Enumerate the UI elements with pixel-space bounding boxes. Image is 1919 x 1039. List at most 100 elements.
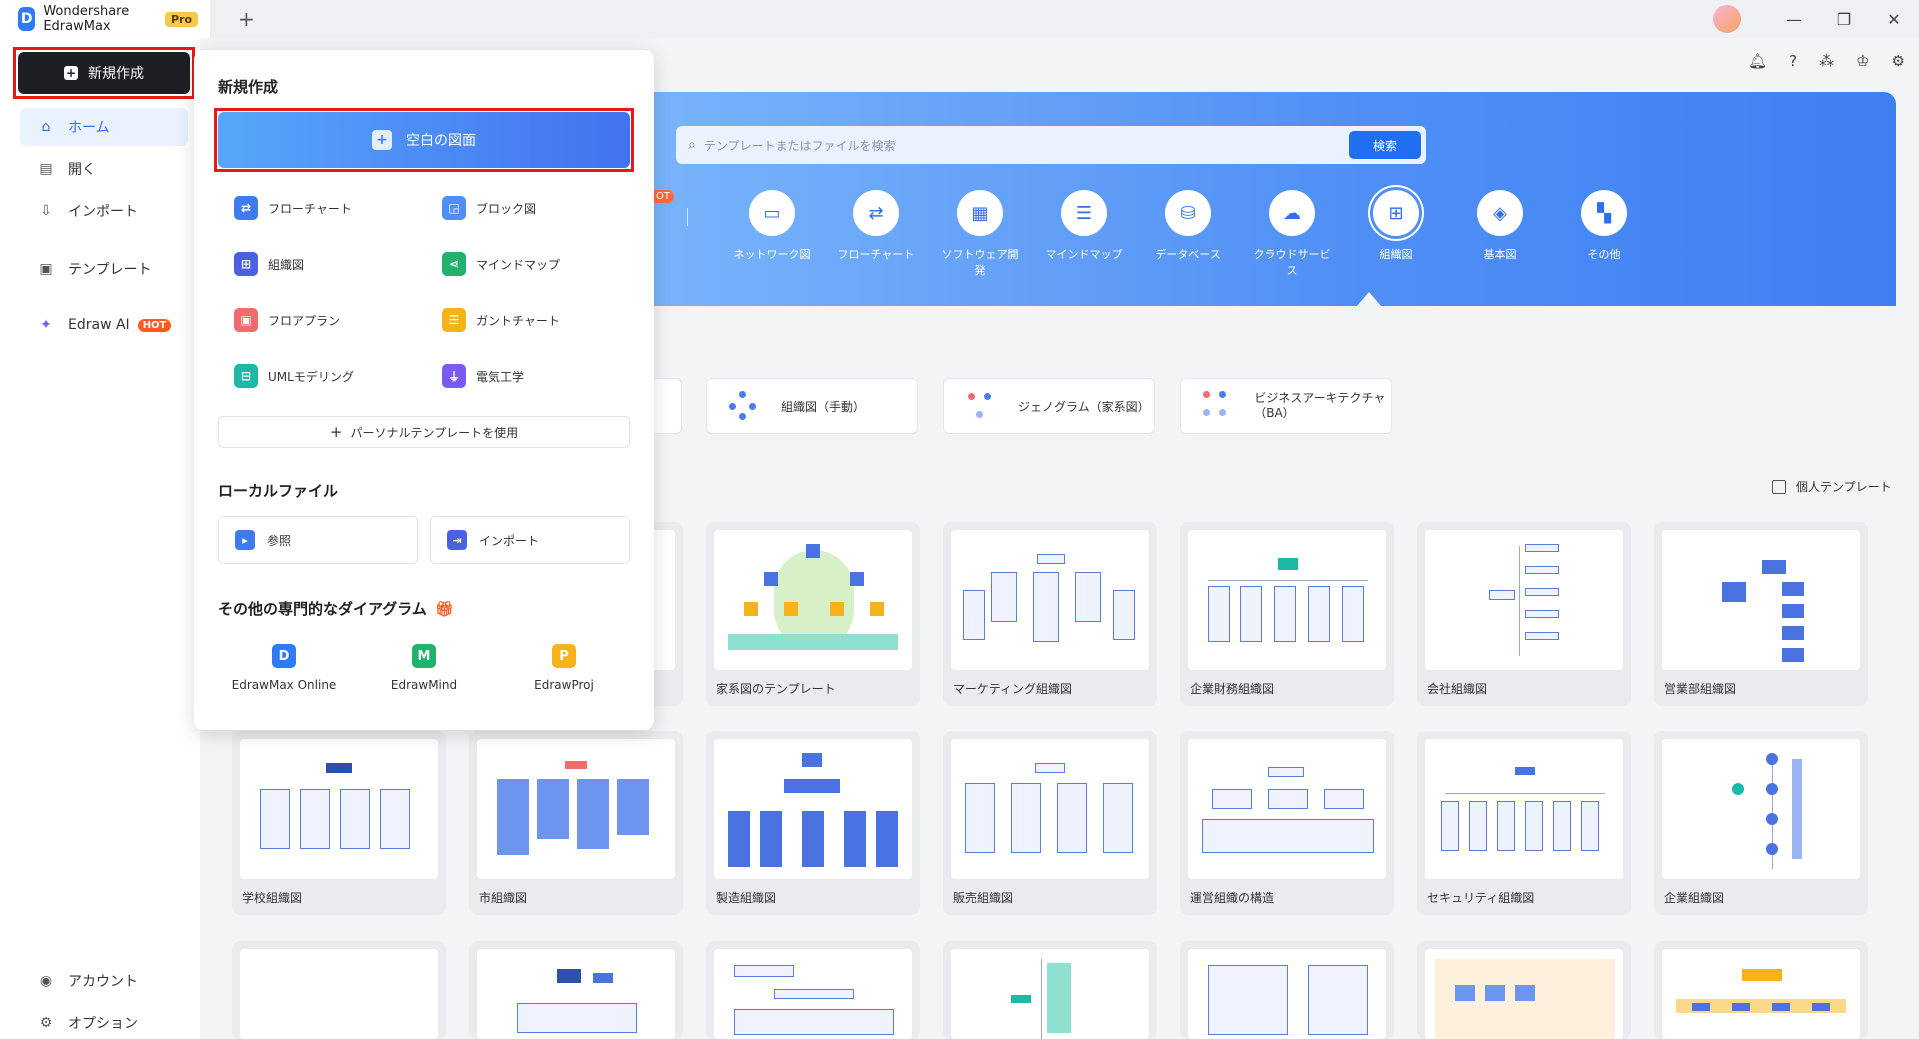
settings-icon[interactable]: ⚙ (1892, 52, 1905, 70)
avatar[interactable] (1713, 5, 1741, 33)
product-edrawmind[interactable]: M EdrawMind (364, 644, 484, 692)
category-other[interactable]: ▚ その他 (1552, 190, 1656, 278)
close-icon[interactable]: ✕ (1869, 10, 1919, 29)
browse-label: 参照 (267, 533, 292, 548)
subtype-business-architecture[interactable]: ビジネスアーキテクチャ（BA） (1180, 378, 1392, 434)
product-edrawproj[interactable]: P EdrawProj (504, 644, 624, 692)
diagram-type-electrical[interactable]: ⏚ 電気工学 (442, 364, 524, 388)
sidebar-item-label: テンプレート (68, 262, 152, 278)
edrawmind-icon: M (412, 644, 436, 668)
title-bar: D Wondershare EdrawMax Pro + — ❐ ✕ (0, 0, 1919, 38)
template-card[interactable] (1417, 941, 1631, 1039)
grid-icon: ▚ (1581, 190, 1627, 236)
template-card[interactable] (706, 941, 920, 1039)
diagram-type-org-chart[interactable]: ⊞ 組織図 (234, 252, 304, 276)
template-card[interactable]: 製造組織図 (706, 731, 920, 915)
import-icon: ⇥ (447, 530, 467, 550)
diagram-type-mindmap[interactable]: ⋖ マインドマップ (442, 252, 560, 276)
template-card[interactable]: 企業組織図 (1654, 731, 1868, 915)
import-button[interactable]: ⇥ インポート (430, 516, 630, 564)
diagram-type-floorplan[interactable]: ▣ フロアプラン (234, 308, 340, 332)
personal-template-button[interactable]: + パーソナルテンプレートを使用 (218, 416, 630, 448)
subtype-genogram[interactable]: ジェノグラム（家系図） (943, 378, 1155, 434)
template-card[interactable]: 家系図のテンプレート (706, 522, 920, 706)
restore-icon[interactable]: ❐ (1819, 10, 1869, 29)
template-card[interactable] (469, 941, 683, 1039)
template-grid-icon (1772, 479, 1786, 494)
template-label: セキュリティ組織図 (1427, 891, 1535, 905)
subtype-org-manual[interactable]: 組織図（手動） (706, 378, 918, 434)
browse-button[interactable]: ▸ 参照 (218, 516, 418, 564)
flowchart-icon: ⇄ (853, 190, 899, 236)
template-thumbnail (477, 949, 675, 1039)
category-database[interactable]: ⛁ データベース (1136, 190, 1240, 278)
template-card[interactable] (232, 941, 446, 1039)
sidebar-item-templates[interactable]: ▣ テンプレート (20, 250, 188, 288)
template-card[interactable]: 営業部組織図 (1654, 522, 1868, 706)
template-card[interactable] (1654, 941, 1868, 1039)
diagram-type-label: フローチャート (268, 201, 352, 216)
category-basic[interactable]: ◈ 基本図 (1448, 190, 1552, 278)
template-card[interactable]: マーケティング組織図 (943, 522, 1157, 706)
diagram-type-label: UMLモデリング (268, 369, 354, 384)
sidebar-item-label: Edraw AI (68, 317, 130, 333)
category-mindmap[interactable]: ☰ マインドマップ (1032, 190, 1136, 278)
diagram-type-label: ブロック図 (476, 201, 537, 216)
sidebar-item-import[interactable]: ⇩ インポート (20, 192, 188, 230)
cloud-icon: ☁ (1269, 190, 1315, 236)
new-tab-button[interactable]: + (238, 7, 255, 31)
theme-icon[interactable]: ♔ (1856, 52, 1869, 70)
bell-icon[interactable]: 🔔︎ (1748, 52, 1767, 70)
sidebar-item-open[interactable]: ▤ 開く (20, 150, 188, 188)
search-input[interactable]: テンプレートまたはファイルを検索 (704, 137, 1349, 154)
chip-label: 組織図（手動） (781, 399, 866, 414)
search-bar[interactable]: ⌕ テンプレートまたはファイルを検索 検索 (676, 126, 1426, 164)
edrawmax-logo-icon: D (18, 7, 36, 31)
app-name: Wondershare EdrawMax (43, 4, 130, 34)
minimize-icon[interactable]: — (1769, 10, 1819, 29)
diagram-type-gantt[interactable]: ☰ ガントチャート (442, 308, 560, 332)
template-card[interactable]: 企業財務組織図 (1180, 522, 1394, 706)
software-icon: ▦ (957, 190, 1003, 236)
template-card[interactable]: 運営組織の構造 (1180, 731, 1394, 915)
diagram-type-block[interactable]: ◲ ブロック図 (442, 196, 536, 220)
template-card[interactable]: 学校組織図 (232, 731, 446, 915)
template-label: 市組織図 (479, 891, 528, 905)
template-thumbnail (714, 739, 912, 879)
category-cloud[interactable]: ☁ クラウドサービ ス (1240, 190, 1344, 278)
diagram-type-uml[interactable]: ⊟ UMLモデリング (234, 364, 354, 388)
apps-icon[interactable]: ⁂ (1819, 52, 1834, 70)
template-label: 製造組織図 (716, 891, 777, 905)
pro-diagrams-label: その他の専門的なダイアグラム (218, 600, 427, 618)
chip-label: ジェノグラム（家系図） (1018, 399, 1150, 414)
diagram-type-flowchart[interactable]: ⇄ フローチャート (234, 196, 352, 220)
template-card[interactable]: 市組織図 (469, 731, 683, 915)
uml-icon: ⊟ (234, 364, 258, 388)
product-label: EdrawProj (534, 678, 594, 692)
file-open-icon: ▤ (39, 161, 53, 177)
sidebar-item-account[interactable]: ◉ アカウント (20, 962, 188, 1000)
template-card[interactable] (943, 941, 1157, 1039)
template-card[interactable]: 会社組織図 (1417, 522, 1631, 706)
category-flowchart[interactable]: ⇄ フローチャート (824, 190, 928, 278)
block-diagram-icon: ◲ (442, 196, 466, 220)
category-org-chart[interactable]: ⊞ 組織図 (1344, 190, 1448, 278)
template-card[interactable] (1180, 941, 1394, 1039)
template-card[interactable]: 販売組織図 (943, 731, 1157, 915)
personal-templates-link[interactable]: 個人テンプレート (1772, 478, 1892, 495)
template-card[interactable]: セキュリティ組織図 (1417, 731, 1631, 915)
hot-badge: HOT (137, 318, 172, 332)
sidebar-item-edraw-ai[interactable]: ✦ Edraw AI HOT (20, 306, 188, 344)
edrawmax-online-icon: D (272, 644, 296, 668)
category-software[interactable]: ▦ ソフトウェア開 発 (928, 190, 1032, 278)
help-icon[interactable]: ? (1789, 52, 1797, 70)
category-network[interactable]: ▭ ネットワーク図 (720, 190, 824, 278)
sidebar-item-home[interactable]: ⌂ ホーム (20, 108, 188, 146)
category-label: 組織図 (1379, 248, 1413, 261)
search-button[interactable]: 検索 (1349, 131, 1421, 159)
product-label: EdrawMind (390, 678, 458, 692)
diagram-type-label: フロアプラン (268, 313, 341, 328)
sidebar-item-options[interactable]: ⚙ オプション (20, 1004, 188, 1039)
app-tab[interactable]: D Wondershare EdrawMax Pro (0, 0, 210, 38)
product-edrawmax-online[interactable]: D EdrawMax Online (224, 644, 344, 692)
